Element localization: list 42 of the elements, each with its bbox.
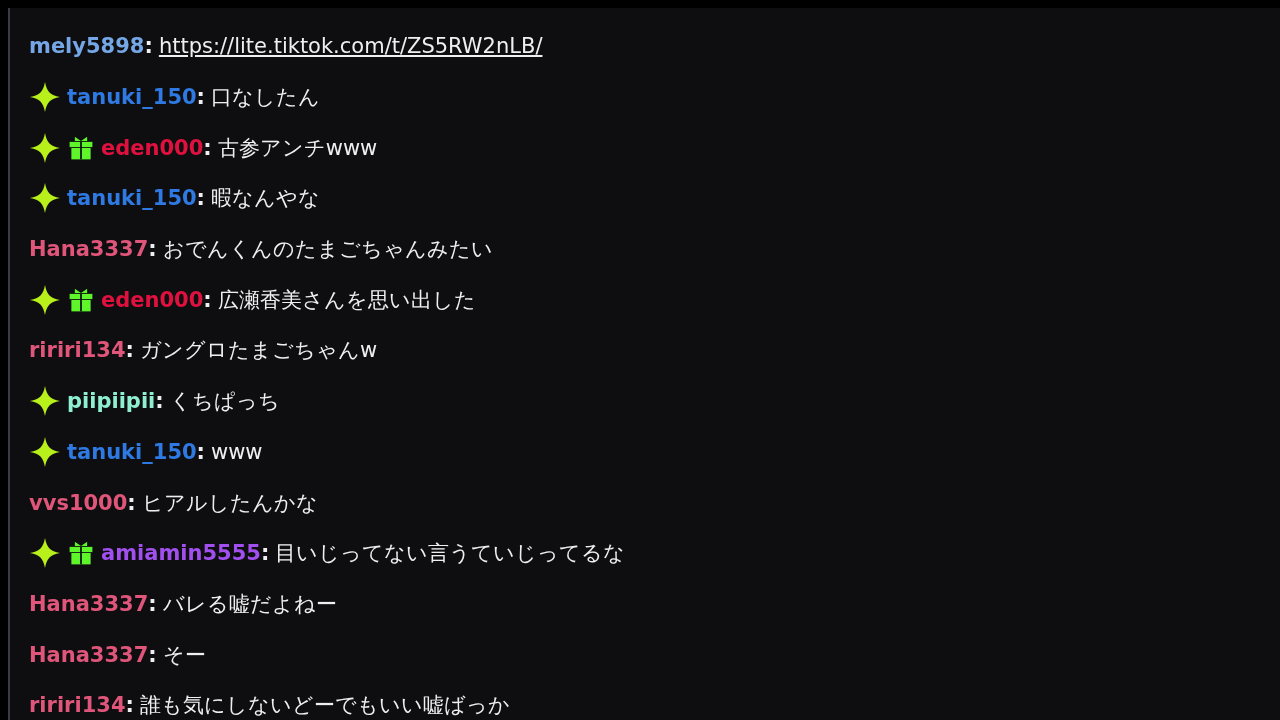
colon: : bbox=[144, 34, 153, 59]
username[interactable]: Hana3337 bbox=[29, 642, 149, 667]
chat-message: そー bbox=[162, 641, 206, 669]
chat-message: くちぱっち bbox=[169, 388, 280, 416]
colon: : bbox=[203, 135, 212, 160]
username[interactable]: piipiipii bbox=[67, 389, 156, 414]
colon: : bbox=[155, 389, 164, 414]
username[interactable]: eden000 bbox=[101, 135, 204, 160]
colon: : bbox=[148, 591, 157, 616]
username[interactable]: vvs1000 bbox=[29, 490, 128, 515]
chat-message: www bbox=[211, 439, 263, 464]
chat-message: 古参アンチwww bbox=[217, 134, 378, 162]
colon: : bbox=[260, 541, 270, 566]
username[interactable]: ririri134 bbox=[29, 693, 126, 718]
username[interactable]: tanuki_150 bbox=[67, 439, 197, 464]
username[interactable]: tanuki_150 bbox=[67, 85, 197, 110]
colon: : bbox=[203, 287, 212, 312]
colon: : bbox=[196, 186, 205, 211]
username[interactable]: amiamin5555 bbox=[101, 541, 261, 566]
username[interactable]: eden000 bbox=[101, 287, 204, 312]
chat-message: バレる嘘だよねー bbox=[162, 590, 337, 618]
chat-message: ヒアルしたんかな bbox=[141, 489, 318, 517]
message-link[interactable]: https://lite.tiktok.com/t/ZS5RW2nLB/ bbox=[158, 34, 543, 59]
chat-message: 暇なんやな bbox=[211, 185, 320, 213]
chat-message: 目いじってない言うていじってるな bbox=[275, 540, 626, 568]
chat-message: おでんくんのたまごちゃんみたい bbox=[162, 236, 493, 264]
colon: : bbox=[196, 85, 205, 110]
chat-message: 広瀬香美さんを思い出した bbox=[217, 286, 476, 314]
username[interactable]: Hana3337 bbox=[29, 591, 149, 616]
colon: : bbox=[125, 338, 134, 363]
chat-message: 口なしたん bbox=[211, 84, 320, 112]
colon: : bbox=[148, 642, 157, 667]
colon: : bbox=[127, 490, 136, 515]
colon: : bbox=[148, 237, 157, 262]
colon: : bbox=[196, 439, 205, 464]
username[interactable]: Hana3337 bbox=[29, 237, 149, 262]
username[interactable]: mely5898 bbox=[29, 34, 145, 59]
chat-message: 誰も気にしないどーでもいい嘘ばっか bbox=[139, 692, 510, 720]
colon: : bbox=[125, 693, 134, 718]
username[interactable]: tanuki_150 bbox=[67, 186, 197, 211]
username[interactable]: ririri134 bbox=[29, 338, 126, 363]
chat-message: ガングロたまごちゃんw bbox=[139, 337, 378, 365]
